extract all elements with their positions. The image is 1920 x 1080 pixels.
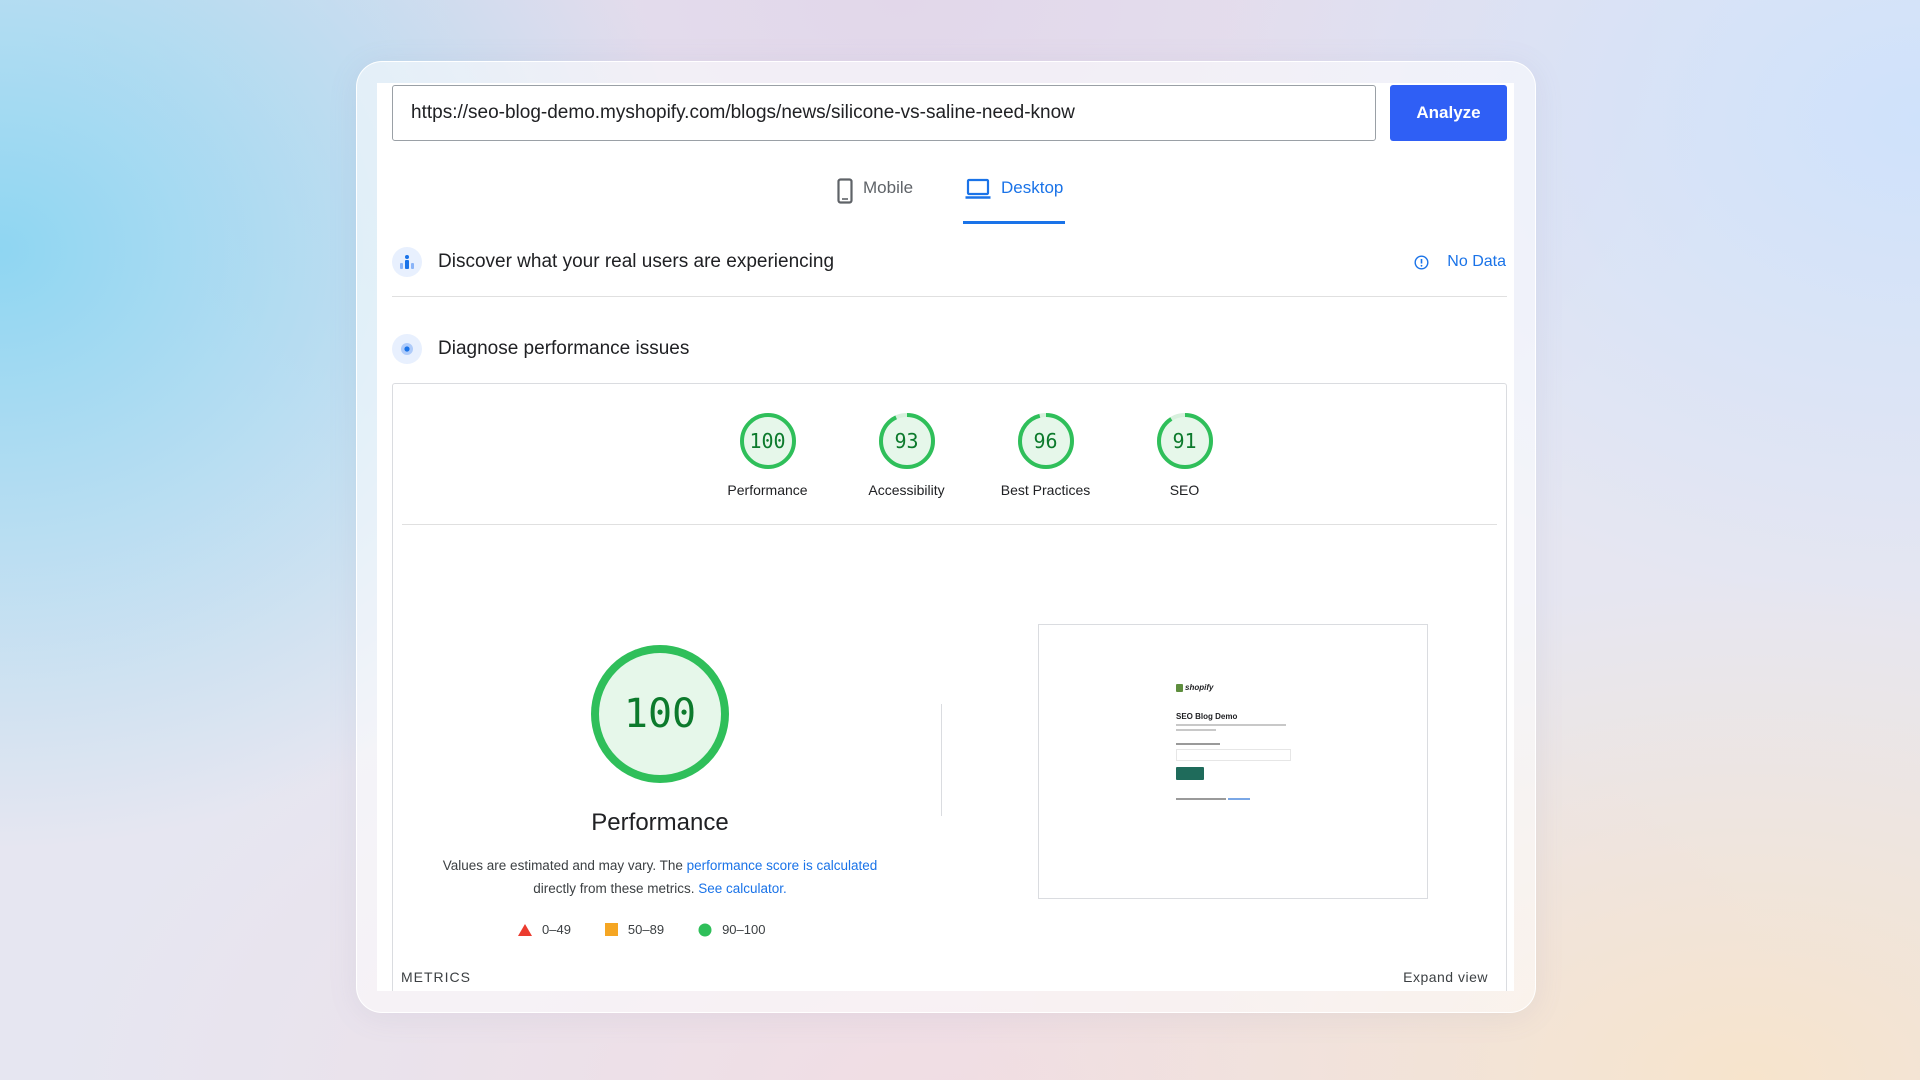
no-data-status[interactable]: No Data <box>1414 253 1506 271</box>
gauge-accessibility[interactable]: 93 Accessibility <box>837 412 976 498</box>
tab-desktop-label: Desktop <box>1001 178 1064 197</box>
gauge-seo[interactable]: 91 SEO <box>1115 412 1254 498</box>
legend-pass-range: 90–100 <box>722 922 766 937</box>
gauge-ring: 91 <box>1156 412 1214 470</box>
performance-gauge-large: 100 <box>590 644 730 784</box>
gauge-value: 93 <box>894 429 919 453</box>
gauge-label: Best Practices <box>1000 482 1091 498</box>
screenshot-heading: SEO Blog Demo <box>1176 712 1238 721</box>
lab-data-title: Diagnose performance issues <box>438 338 690 359</box>
analyze-button[interactable]: Analyze <box>1390 85 1507 141</box>
screenshot-enter-button <box>1176 767 1204 780</box>
shopify-bag-icon <box>1176 683 1183 692</box>
shopify-wordmark: shopify <box>1185 683 1214 692</box>
desc-text-1: Values are estimated and may vary. The <box>442 858 687 873</box>
square-icon <box>604 923 618 936</box>
legend-average: 50–89 <box>604 922 665 937</box>
see-calculator-link[interactable]: See calculator. <box>698 881 787 896</box>
tab-mobile[interactable]: Mobile <box>837 178 913 224</box>
legend-pass: 90–100 <box>698 922 765 937</box>
score-calculated-link[interactable]: performance score is calculated <box>687 858 878 873</box>
phone-icon <box>837 178 853 204</box>
score-legend: 0–49 50–89 90–100 <box>518 922 799 937</box>
tab-desktop[interactable]: Desktop <box>963 178 1066 224</box>
legend-fail: 0–49 <box>518 922 571 937</box>
section-divider <box>392 296 1507 297</box>
no-data-label: No Data <box>1447 253 1506 270</box>
performance-score: 100 <box>623 691 697 737</box>
legend-fail-range: 0–49 <box>542 922 571 937</box>
gauge-value: 91 <box>1172 429 1197 453</box>
screenshot-footer-text <box>1176 798 1296 800</box>
laptop-icon <box>965 178 991 200</box>
diagnose-icon <box>392 334 422 364</box>
performance-description: Values are estimated and may vary. The p… <box>423 854 897 900</box>
screenshot-text-line <box>1176 729 1216 731</box>
gauge-value: 96 <box>1033 429 1058 453</box>
url-input[interactable] <box>392 85 1376 141</box>
triangle-icon <box>518 923 532 936</box>
gauge-performance[interactable]: 100 Performance <box>698 412 837 498</box>
lab-data-section: Diagnose performance issues <box>392 334 689 364</box>
card-divider <box>402 524 1497 525</box>
gauge-value: 100 <box>749 429 786 453</box>
performance-title: Performance <box>591 809 729 836</box>
info-icon <box>1414 254 1429 270</box>
users-icon <box>392 247 422 277</box>
shopify-logo: shopify <box>1176 683 1296 692</box>
report-card: 100 Performance 93 Accessibility 96 Best… <box>392 383 1507 991</box>
expand-view-toggle[interactable]: Expand view <box>1403 969 1488 985</box>
score-gauges: 100 Performance 93 Accessibility 96 Best… <box>698 412 1254 498</box>
gauge-ring: 93 <box>878 412 936 470</box>
gauge-ring: 96 <box>1017 412 1075 470</box>
screenshot-field-label <box>1176 743 1220 745</box>
vertical-separator <box>941 704 942 816</box>
screenshot-password-input <box>1176 749 1291 761</box>
pagespeed-panel: Analyze Mobile Desktop Discover what you… <box>377 83 1514 991</box>
tab-mobile-label: Mobile <box>863 178 914 197</box>
circle-icon <box>698 923 712 937</box>
gauge-label: Performance <box>727 482 808 498</box>
gauge-label: SEO <box>1169 482 1200 498</box>
field-data-title: Discover what your real users are experi… <box>438 251 835 272</box>
gauge-label: Accessibility <box>868 482 945 498</box>
gauge-best-practices[interactable]: 96 Best Practices <box>976 412 1115 498</box>
field-data-section: Discover what your real users are experi… <box>392 247 834 277</box>
screenshot-content: shopify SEO Blog Demo <box>1176 683 1296 800</box>
screenshot-text-line <box>1176 724 1286 726</box>
metrics-heading: METRICS <box>401 969 471 985</box>
legend-average-range: 50–89 <box>627 922 665 937</box>
page-screenshot: shopify SEO Blog Demo <box>1038 624 1428 899</box>
gauge-ring: 100 <box>739 412 797 470</box>
desc-text-2: directly from these metrics. <box>533 881 699 896</box>
